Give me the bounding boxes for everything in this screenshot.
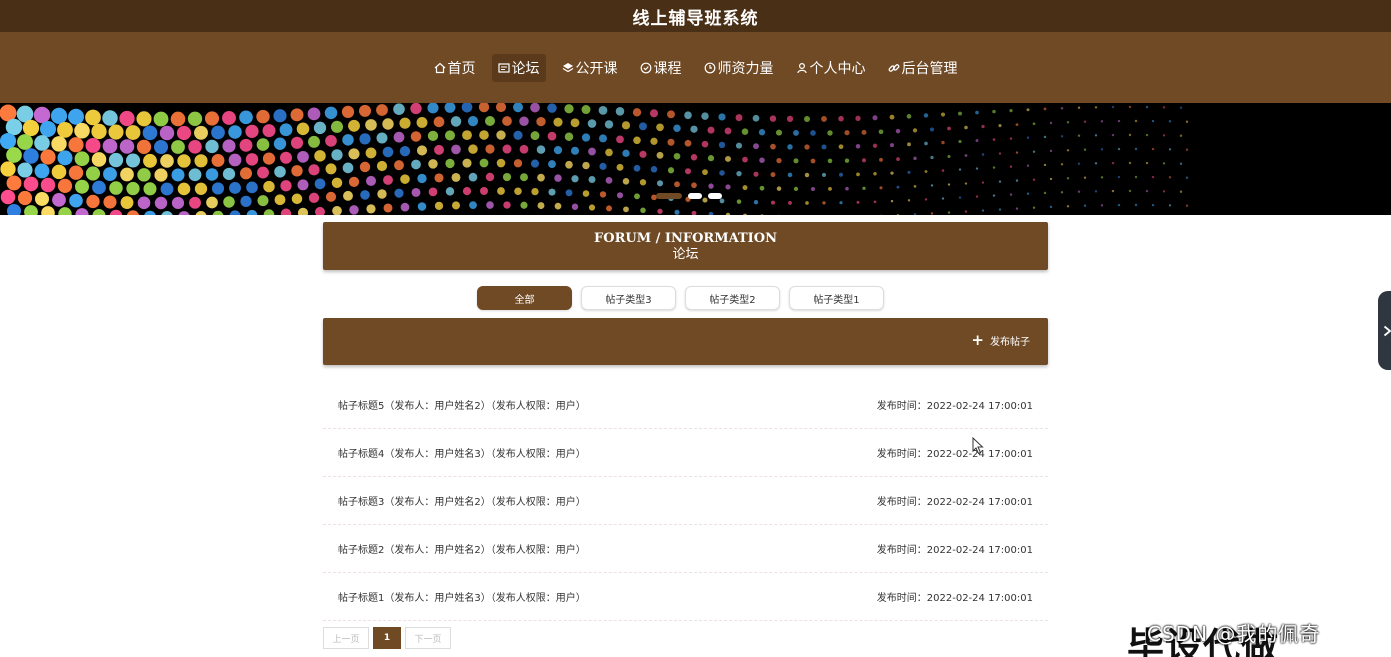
user-icon [796, 62, 807, 73]
watermark-credit: CSDN @我的佩奇 [1147, 622, 1321, 646]
side-panel-toggle[interactable] [1378, 291, 1391, 370]
nav-item-forum[interactable]: 论坛 [491, 53, 546, 82]
post-title: 帖子标题2（发布人：用户姓名2）（发布人权限：用户） [338, 545, 586, 556]
nav-item-admin[interactable]: 后台管理 [882, 54, 964, 82]
carousel-dot[interactable] [688, 193, 702, 199]
forum-action-bar: + 发布帖子 [323, 318, 1048, 365]
post-time: 发布时间：2022-02-24 17:00:01 [876, 497, 1033, 508]
nav-label: 后台管理 [901, 60, 958, 77]
carousel-indicators [656, 193, 722, 199]
post-type-tabs: 全部 帖子类型3 帖子类型2 帖子类型1 [477, 286, 884, 310]
forum-icon [497, 62, 510, 73]
forum-heading-en: FORUM / INFORMATION [594, 230, 777, 246]
app-title: 线上辅导班系统 [632, 8, 759, 29]
plus-icon: + [971, 331, 984, 349]
publish-post-label: 发布帖子 [990, 337, 1030, 348]
link-icon [888, 63, 899, 72]
pagination: 上一页 1 下一页 [323, 627, 451, 649]
tab-type-1[interactable]: 帖子类型1 [789, 286, 884, 310]
post-title: 帖子标题4（发布人：用户姓名3）（发布人权限：用户） [338, 449, 586, 460]
nav-label: 个人中心 [809, 60, 866, 77]
nav-item-home[interactable]: 首页 [428, 54, 482, 82]
list-item[interactable]: 帖子标题3（发布人：用户姓名2）（发布人权限：用户） 发布时间：2022-02-… [323, 477, 1048, 525]
nav-item-personal-center[interactable]: 个人中心 [790, 54, 872, 82]
nav-item-course[interactable]: 课程 [634, 54, 688, 82]
nav-label: 首页 [447, 60, 476, 77]
home-icon [434, 62, 445, 73]
prev-page-button[interactable]: 上一页 [323, 627, 369, 649]
forum-heading-cn: 论坛 [672, 246, 699, 262]
layers-icon [562, 62, 573, 72]
page-number-button[interactable]: 1 [373, 627, 401, 649]
title-bar: 线上辅导班系统 [0, 0, 1391, 32]
clock-icon [704, 62, 715, 73]
watermark: 毕设代做 CSDN @我的佩奇 [1127, 612, 1391, 657]
carousel-dot[interactable] [656, 193, 682, 199]
chevron-right-icon [1383, 325, 1391, 336]
list-item[interactable]: 帖子标题5（发布人：用户姓名2）（发布人权限：用户） 发布时间：2022-02-… [323, 381, 1048, 429]
post-title: 帖子标题3（发布人：用户姓名2）（发布人权限：用户） [338, 497, 586, 508]
tab-type-2[interactable]: 帖子类型2 [685, 286, 780, 310]
nav-item-faculty[interactable]: 师资力量 [698, 54, 780, 82]
tab-type-3[interactable]: 帖子类型3 [581, 286, 676, 310]
list-item[interactable]: 帖子标题1（发布人：用户姓名3）（发布人权限：用户） 发布时间：2022-02-… [323, 573, 1048, 621]
tab-all[interactable]: 全部 [477, 286, 572, 310]
nav-label: 师资力量 [717, 60, 774, 77]
list-item[interactable]: 帖子标题2（发布人：用户姓名2）（发布人权限：用户） 发布时间：2022-02-… [323, 525, 1048, 573]
post-time: 发布时间：2022-02-24 17:00:01 [876, 401, 1033, 412]
nav-label: 公开课 [575, 60, 618, 77]
post-time: 发布时间：2022-02-24 17:00:01 [876, 545, 1033, 556]
forum-header: FORUM / INFORMATION 论坛 [323, 222, 1048, 270]
course-icon [640, 62, 651, 73]
post-title: 帖子标题1（发布人：用户姓名3）（发布人权限：用户） [338, 593, 586, 604]
carousel-dot[interactable] [708, 193, 722, 199]
post-list: 帖子标题5（发布人：用户姓名2）（发布人权限：用户） 发布时间：2022-02-… [323, 381, 1048, 621]
post-time: 发布时间：2022-02-24 17:00:01 [876, 449, 1033, 460]
nav-label: 论坛 [511, 60, 540, 77]
main-nav: 首页 论坛 公开课 课程 师资力量 个人中心 后台管理 [0, 32, 1391, 103]
nav-label: 课程 [653, 60, 682, 77]
mouse-cursor-icon [972, 437, 984, 455]
next-page-button[interactable]: 下一页 [405, 627, 451, 649]
post-title: 帖子标题5（发布人：用户姓名2）（发布人权限：用户） [338, 401, 586, 412]
nav-item-open-course[interactable]: 公开课 [556, 54, 624, 82]
post-time: 发布时间：2022-02-24 17:00:01 [876, 593, 1033, 604]
list-item[interactable]: 帖子标题4（发布人：用户姓名3）（发布人权限：用户） 发布时间：2022-02-… [323, 429, 1048, 477]
publish-post-button[interactable]: + 发布帖子 [971, 331, 1030, 349]
